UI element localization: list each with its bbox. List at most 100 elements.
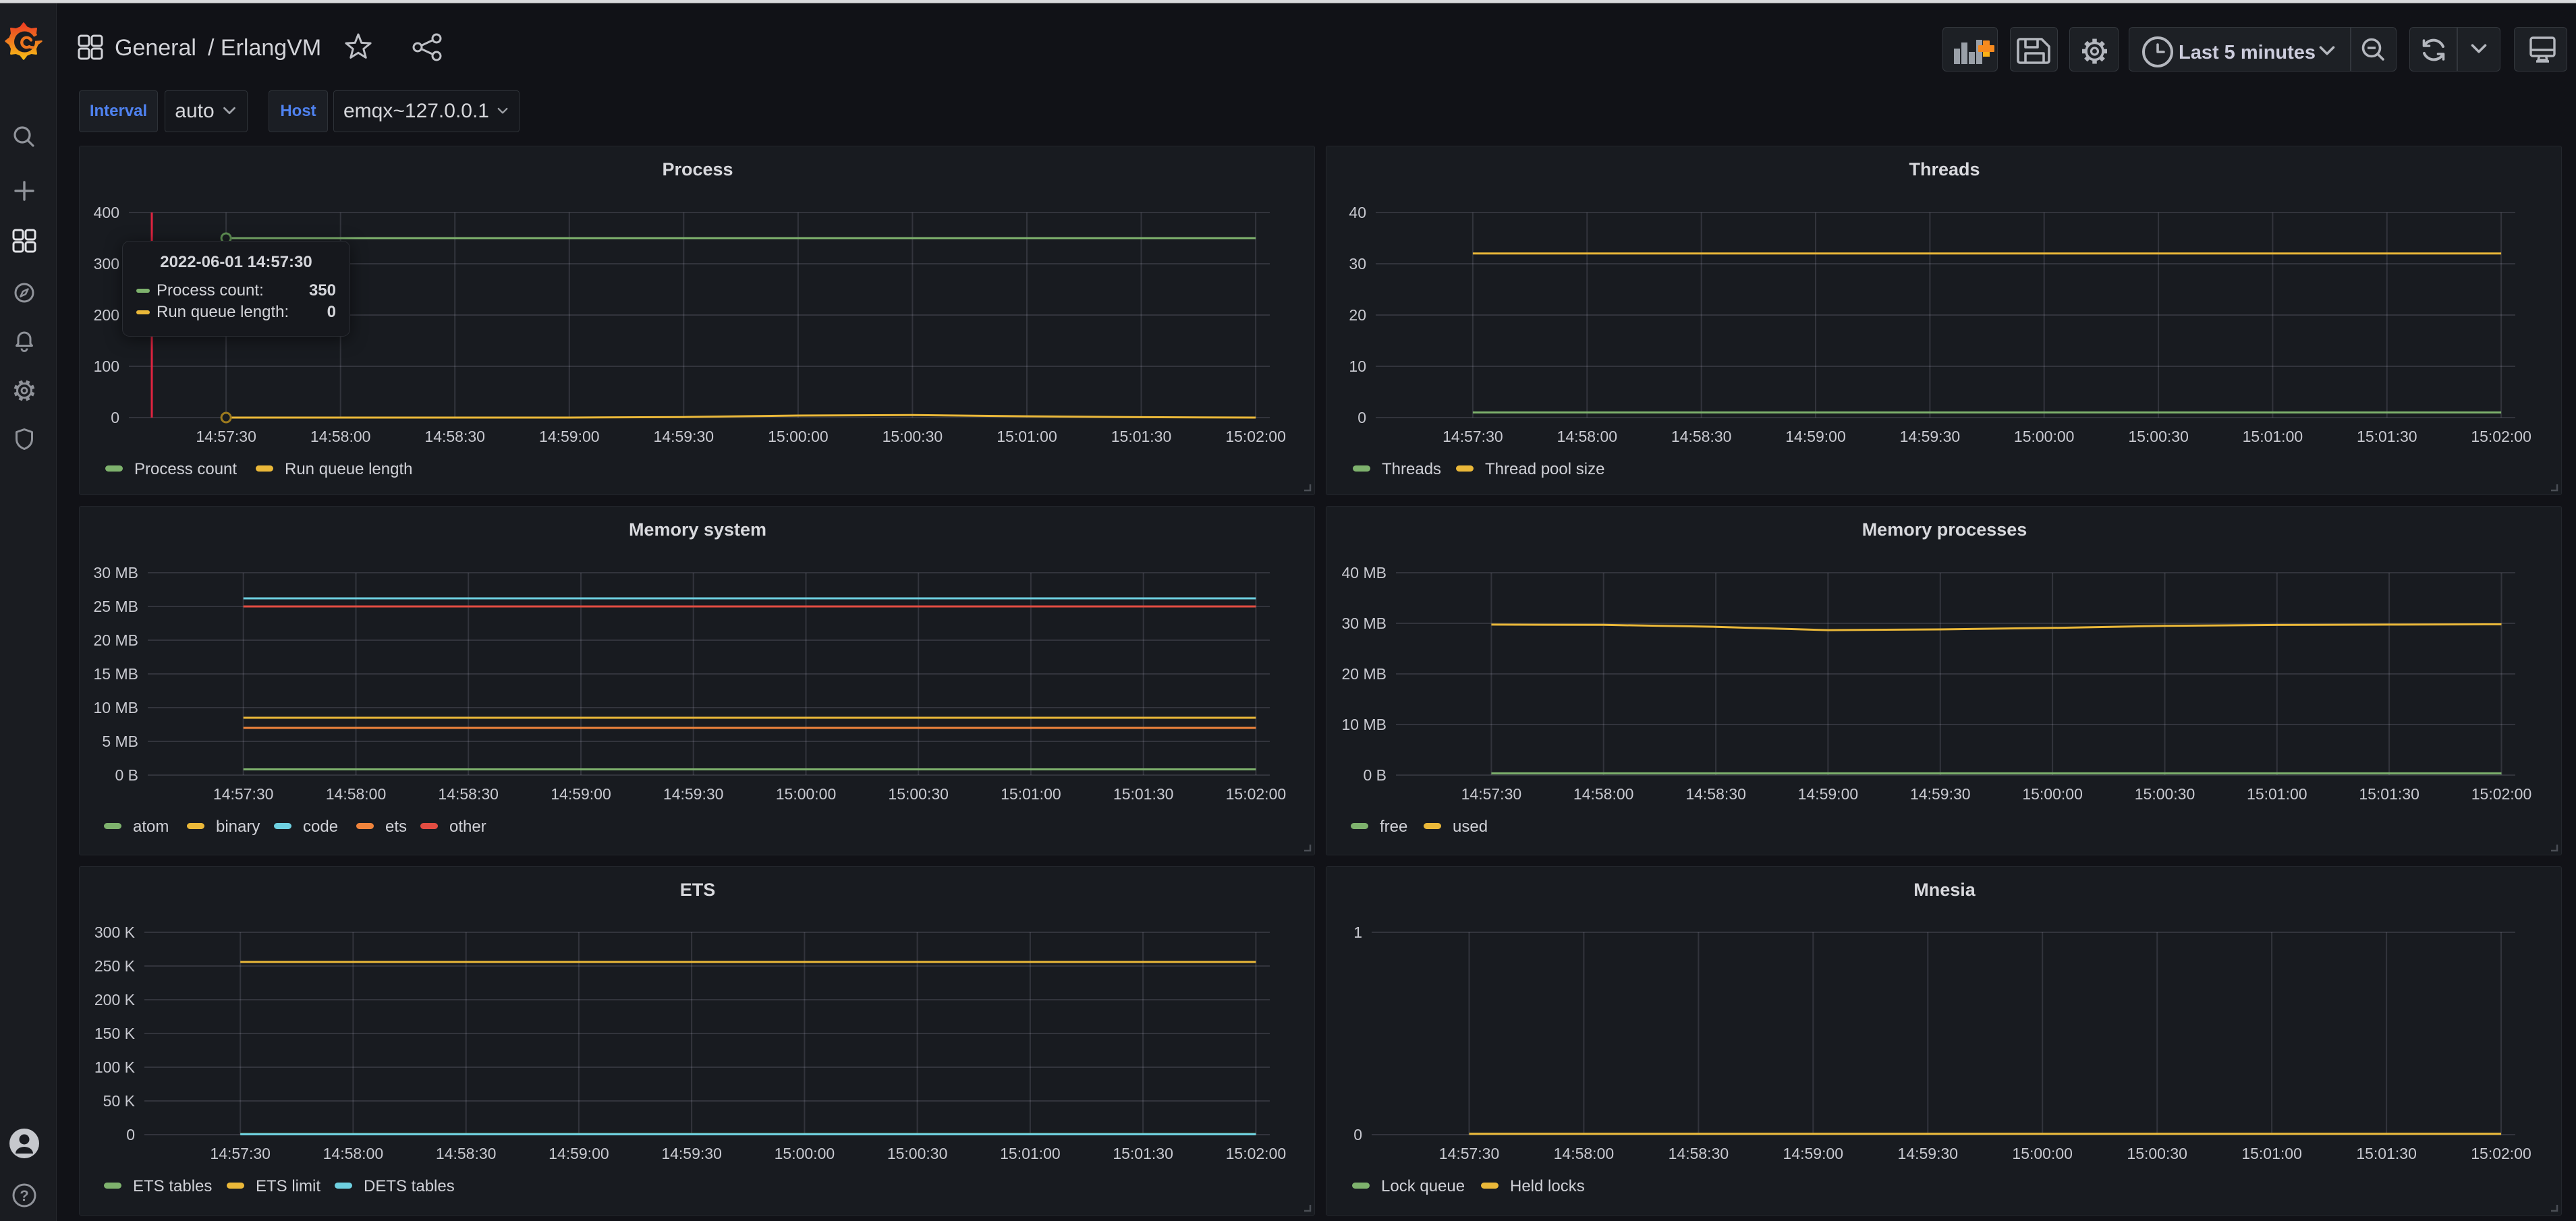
svg-text:15:00:00: 15:00:00: [776, 785, 837, 803]
svg-text:300 K: 300 K: [94, 924, 136, 941]
svg-text:14:59:30: 14:59:30: [663, 785, 724, 803]
svg-text:14:58:00: 14:58:00: [1557, 428, 1618, 445]
svg-text:Memory processes: Memory processes: [1862, 519, 2027, 540]
svg-text:14:58:00: 14:58:00: [1554, 1145, 1615, 1162]
svg-text:400: 400: [94, 204, 119, 221]
svg-text:14:59:30: 14:59:30: [1910, 785, 1971, 803]
svg-text:15:01:30: 15:01:30: [1113, 785, 1174, 803]
svg-text:14:57:30: 14:57:30: [1461, 785, 1522, 803]
svg-text:14:58:30: 14:58:30: [1671, 428, 1732, 445]
svg-text:15:02:00: 15:02:00: [2471, 785, 2532, 803]
svg-text:15:01:30: 15:01:30: [2357, 428, 2417, 445]
svg-text:/ ErlangVM: / ErlangVM: [208, 35, 321, 61]
svg-text:15:00:00: 15:00:00: [768, 428, 829, 445]
svg-text:1: 1: [1353, 924, 1362, 941]
svg-text:15:01:30: 15:01:30: [2359, 785, 2419, 803]
svg-text:used: used: [1453, 818, 1488, 836]
svg-text:100 K: 100 K: [94, 1058, 136, 1076]
svg-text:10 MB: 10 MB: [94, 699, 138, 716]
svg-text:15:01:00: 15:01:00: [2241, 1145, 2302, 1162]
svg-text:200 K: 200 K: [94, 991, 136, 1009]
svg-text:ets: ets: [385, 818, 407, 836]
svg-text:14:59:00: 14:59:00: [1785, 428, 1846, 445]
svg-text:15:00:30: 15:00:30: [883, 428, 943, 445]
svg-text:atom: atom: [133, 818, 169, 836]
svg-text:30 MB: 30 MB: [94, 564, 138, 581]
svg-text:14:59:00: 14:59:00: [1798, 785, 1859, 803]
svg-text:14:57:30: 14:57:30: [210, 1145, 271, 1162]
svg-text:Process count: Process count: [134, 460, 237, 478]
svg-text:0: 0: [1353, 1126, 1362, 1143]
svg-text:20 MB: 20 MB: [1342, 665, 1387, 683]
svg-text:15:00:00: 15:00:00: [775, 1145, 835, 1162]
svg-text:10 MB: 10 MB: [1342, 716, 1387, 733]
svg-text:14:58:30: 14:58:30: [424, 428, 485, 445]
svg-text:15:01:00: 15:01:00: [2247, 785, 2307, 803]
svg-text:40: 40: [1349, 204, 1366, 221]
svg-text:15:00:30: 15:00:30: [2128, 428, 2189, 445]
svg-text:ETS tables: ETS tables: [133, 1177, 212, 1195]
svg-text:20: 20: [1349, 306, 1366, 324]
svg-text:binary: binary: [216, 818, 260, 836]
svg-text:15:02:00: 15:02:00: [2471, 428, 2531, 445]
svg-text:General: General: [115, 35, 196, 61]
svg-text:14:59:00: 14:59:00: [539, 428, 600, 445]
svg-text:Process: Process: [662, 159, 733, 179]
svg-text:15:02:00: 15:02:00: [2471, 1145, 2531, 1162]
svg-text:Mnesia: Mnesia: [1913, 880, 1976, 900]
svg-text:30 MB: 30 MB: [1342, 615, 1387, 632]
svg-text:Thread pool size: Thread pool size: [1485, 460, 1604, 478]
svg-text:14:59:30: 14:59:30: [654, 428, 715, 445]
svg-text:0 B: 0 B: [1363, 766, 1387, 784]
svg-text:15 MB: 15 MB: [94, 665, 138, 683]
svg-text:14:59:00: 14:59:00: [551, 785, 611, 803]
svg-text:Held locks: Held locks: [1510, 1177, 1585, 1195]
svg-text:14:59:30: 14:59:30: [1900, 428, 1961, 445]
svg-text:15:01:00: 15:01:00: [1001, 785, 1061, 803]
svg-text:?: ?: [20, 1187, 28, 1204]
svg-text:250 K: 250 K: [94, 957, 136, 975]
svg-text:0: 0: [1357, 409, 1366, 426]
svg-text:200: 200: [94, 306, 119, 324]
svg-text:30: 30: [1349, 255, 1366, 273]
svg-text:300: 300: [94, 255, 119, 273]
svg-text:15:00:00: 15:00:00: [2022, 785, 2083, 803]
svg-text:15:00:30: 15:00:30: [2127, 1145, 2187, 1162]
svg-text:10: 10: [1349, 358, 1366, 375]
svg-text:Threads: Threads: [1382, 460, 1441, 478]
svg-text:20 MB: 20 MB: [94, 631, 138, 649]
svg-text:Threads: Threads: [1909, 159, 1980, 179]
svg-text:15:01:30: 15:01:30: [1113, 1145, 1173, 1162]
svg-text:free: free: [1380, 818, 1407, 836]
svg-text:14:59:00: 14:59:00: [549, 1145, 609, 1162]
svg-text:15:01:30: 15:01:30: [2356, 1145, 2417, 1162]
svg-text:code: code: [303, 818, 338, 836]
svg-text:Last 5 minutes: Last 5 minutes: [2179, 42, 2316, 63]
svg-text:15:01:00: 15:01:00: [2243, 428, 2303, 445]
svg-text:14:58:00: 14:58:00: [326, 785, 387, 803]
svg-text:Run queue length: Run queue length: [285, 460, 413, 478]
svg-text:14:58:00: 14:58:00: [310, 428, 371, 445]
svg-text:ETS limit: ETS limit: [256, 1177, 320, 1195]
svg-text:14:57:30: 14:57:30: [213, 785, 274, 803]
svg-text:Lock queue: Lock queue: [1381, 1177, 1465, 1195]
svg-text:40 MB: 40 MB: [1342, 564, 1387, 581]
svg-text:0: 0: [111, 409, 119, 426]
svg-text:14:58:30: 14:58:30: [436, 1145, 497, 1162]
svg-text:14:57:30: 14:57:30: [196, 428, 256, 445]
svg-text:15:01:00: 15:01:00: [1000, 1145, 1061, 1162]
svg-text:15:00:00: 15:00:00: [2014, 428, 2075, 445]
svg-text:14:58:00: 14:58:00: [1573, 785, 1634, 803]
svg-text:ETS: ETS: [680, 880, 716, 900]
svg-text:0: 0: [126, 1126, 135, 1143]
svg-text:14:57:30: 14:57:30: [1443, 428, 1503, 445]
svg-text:5 MB: 5 MB: [102, 733, 138, 750]
svg-text:14:58:30: 14:58:30: [1685, 785, 1746, 803]
svg-text:25 MB: 25 MB: [94, 598, 138, 615]
svg-text:14:59:30: 14:59:30: [661, 1145, 722, 1162]
svg-text:14:58:30: 14:58:30: [438, 785, 499, 803]
svg-text:Memory system: Memory system: [629, 519, 766, 540]
svg-text:15:01:30: 15:01:30: [1111, 428, 1172, 445]
svg-text:50 K: 50 K: [103, 1092, 136, 1110]
svg-text:150 K: 150 K: [94, 1025, 136, 1042]
